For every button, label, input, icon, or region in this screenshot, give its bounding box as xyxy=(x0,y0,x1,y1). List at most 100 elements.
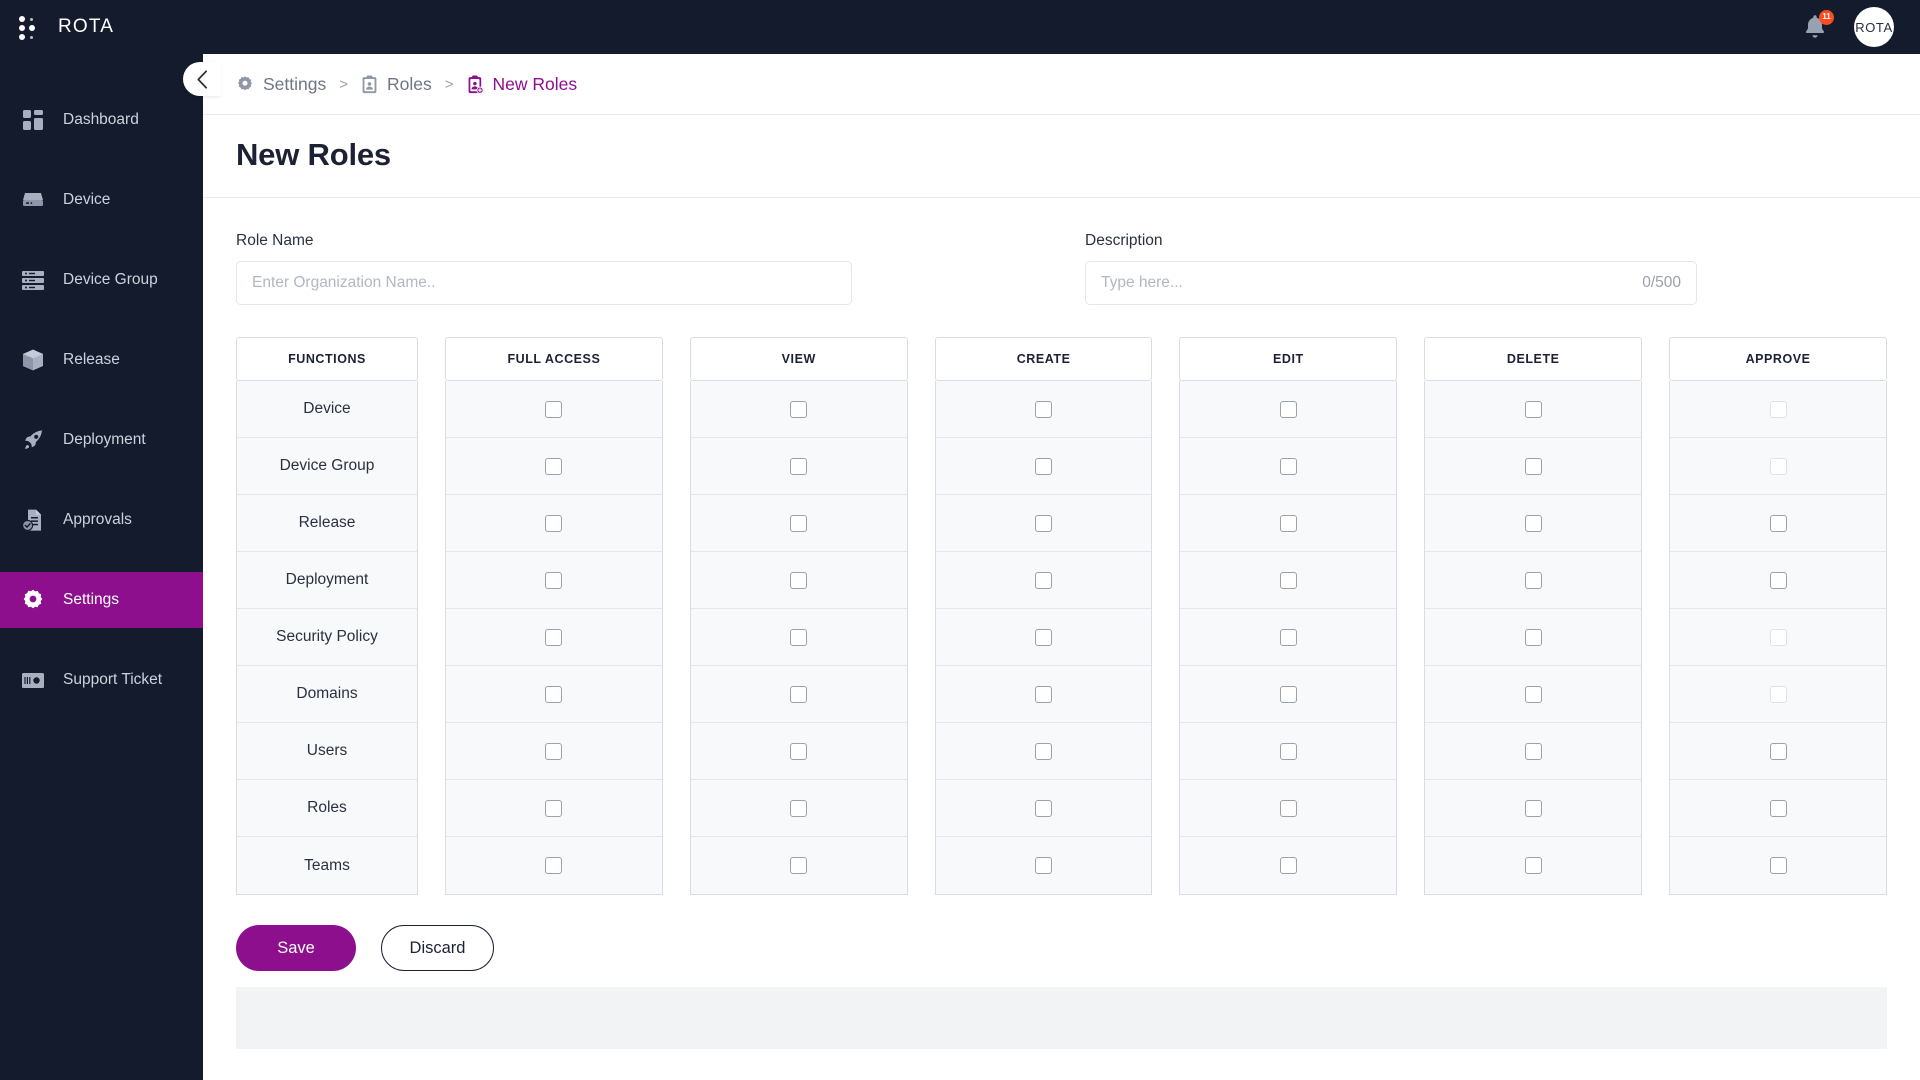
page-title: New Roles xyxy=(236,137,391,172)
checkbox-delete[interactable] xyxy=(1524,857,1542,874)
sidebar-item-approvals[interactable]: Approvals xyxy=(0,492,203,548)
checkbox-create[interactable] xyxy=(1035,457,1053,475)
checkbox-full-access[interactable] xyxy=(545,628,563,646)
checkbox-create[interactable] xyxy=(1035,628,1053,646)
sidebar-collapse-button[interactable] xyxy=(183,62,221,96)
breadcrumb-label: Roles xyxy=(387,73,432,94)
role-name-label: Role Name xyxy=(236,232,314,249)
checkbox-full-access[interactable] xyxy=(545,514,563,532)
checkbox-edit[interactable] xyxy=(1279,799,1297,817)
checkbox-create[interactable] xyxy=(1035,857,1053,874)
checkbox-full-access[interactable] xyxy=(545,457,563,475)
checkbox-full-access[interactable] xyxy=(545,685,563,703)
checkbox-delete[interactable] xyxy=(1524,571,1542,589)
checkbox-edit[interactable] xyxy=(1279,742,1297,760)
sidebar-item-label: Release xyxy=(63,351,120,368)
brand[interactable]: ROTA xyxy=(18,14,114,40)
checkbox-edit[interactable] xyxy=(1279,457,1297,475)
checkbox-edit[interactable] xyxy=(1279,857,1297,874)
checkbox-full-access[interactable] xyxy=(545,857,563,874)
form-actions: Save Discard xyxy=(236,895,1887,971)
checkbox-approve[interactable] xyxy=(1769,742,1787,760)
checkbox-approve[interactable] xyxy=(1769,857,1787,874)
checkbox-view[interactable] xyxy=(790,628,808,646)
checkbox-delete[interactable] xyxy=(1524,685,1542,703)
ticket-icon xyxy=(20,667,46,693)
description-field: Description Type here... 0/500 xyxy=(1085,232,1697,305)
checkbox-full-access[interactable] xyxy=(545,742,563,760)
checkbox-view[interactable] xyxy=(790,685,808,703)
checkbox-view[interactable] xyxy=(790,457,808,475)
save-button[interactable]: Save xyxy=(236,925,356,971)
breadcrumb-item-new-roles[interactable]: New Roles xyxy=(467,74,577,95)
checkbox-create[interactable] xyxy=(1035,799,1053,817)
checkbox-edit[interactable] xyxy=(1279,514,1297,532)
checkbox-full-access[interactable] xyxy=(545,799,563,817)
sidebar-item-support-ticket[interactable]: Support Ticket xyxy=(0,652,203,708)
checkbox-approve[interactable] xyxy=(1769,799,1787,817)
checkbox-delete[interactable] xyxy=(1524,628,1542,646)
sidebar-item-deployment[interactable]: Deployment xyxy=(0,412,203,468)
checkbox-view[interactable] xyxy=(790,571,808,589)
description-char-counter: 0/500 xyxy=(1642,274,1681,291)
column-header: CREATE xyxy=(934,337,1153,381)
description-input[interactable]: Type here... 0/500 xyxy=(1085,261,1697,305)
sidebar-item-device[interactable]: Device xyxy=(0,172,203,228)
checkbox-edit[interactable] xyxy=(1279,571,1297,589)
column-header: FULL ACCESS xyxy=(445,337,663,381)
breadcrumb-item-roles[interactable]: Roles xyxy=(361,74,432,95)
sidebar-item-label: Dashboard xyxy=(63,111,139,128)
checkbox-edit[interactable] xyxy=(1279,400,1297,418)
checkbox-create[interactable] xyxy=(1035,571,1053,589)
column-header: FUNCTIONS xyxy=(236,337,418,381)
checkbox-approve xyxy=(1769,457,1787,475)
sidebar-item-device-group[interactable]: Device Group xyxy=(0,252,203,308)
top-bar: ROTA 11 ROTA xyxy=(0,0,1920,54)
sidebar-item-release[interactable]: Release xyxy=(0,332,203,388)
checkbox-approve[interactable] xyxy=(1769,571,1787,589)
sidebar: Dashboard Device Device Group Release De… xyxy=(0,54,221,1080)
description-label: Description xyxy=(1085,232,1163,249)
checkbox-delete[interactable] xyxy=(1524,400,1542,418)
column-header: VIEW xyxy=(689,337,908,381)
cube-box-icon xyxy=(20,347,46,373)
dashboard-grid-icon xyxy=(20,107,46,133)
clipboard-icon xyxy=(362,75,377,93)
table-row: Device xyxy=(237,381,417,438)
checkbox-view[interactable] xyxy=(790,857,808,874)
checkbox-create[interactable] xyxy=(1035,685,1053,703)
checkbox-view[interactable] xyxy=(790,514,808,532)
page-header: New Roles xyxy=(203,114,1920,198)
checkbox-create[interactable] xyxy=(1035,514,1053,532)
sidebar-item-dashboard[interactable]: Dashboard xyxy=(0,92,203,148)
checkbox-edit[interactable] xyxy=(1279,685,1297,703)
avatar[interactable]: ROTA xyxy=(1854,7,1894,47)
table-row: Device Group xyxy=(237,438,417,495)
discard-button[interactable]: Discard xyxy=(381,925,494,971)
table-row: Users xyxy=(237,723,417,780)
checkbox-delete[interactable] xyxy=(1524,742,1542,760)
checkbox-view[interactable] xyxy=(790,799,808,817)
checkbox-view[interactable] xyxy=(790,400,808,418)
checkbox-view[interactable] xyxy=(790,742,808,760)
checkbox-delete[interactable] xyxy=(1524,457,1542,475)
checkbox-approve xyxy=(1769,628,1787,646)
sidebar-item-label: Settings xyxy=(63,591,120,608)
notification-bell-button[interactable]: 11 xyxy=(1800,10,1834,43)
permissions-column-full-access: FULL ACCESS xyxy=(445,337,663,895)
column-header: EDIT xyxy=(1179,337,1398,381)
sidebar-item-label: Deployment xyxy=(63,431,146,448)
sidebar-item-settings[interactable]: Settings xyxy=(0,572,203,628)
breadcrumb-item-settings[interactable]: Settings xyxy=(236,74,326,95)
checkbox-delete[interactable] xyxy=(1524,799,1542,817)
checkbox-create[interactable] xyxy=(1035,742,1053,760)
checkbox-edit[interactable] xyxy=(1279,628,1297,646)
gear-icon xyxy=(238,76,252,91)
checkbox-full-access[interactable] xyxy=(545,400,563,418)
checkbox-approve[interactable] xyxy=(1769,514,1787,532)
checkbox-create[interactable] xyxy=(1035,400,1053,418)
checkbox-full-access[interactable] xyxy=(545,571,563,589)
role-name-input[interactable]: Enter Organization Name.. xyxy=(236,261,852,305)
role-name-placeholder: Enter Organization Name.. xyxy=(252,274,436,291)
checkbox-delete[interactable] xyxy=(1524,514,1542,532)
